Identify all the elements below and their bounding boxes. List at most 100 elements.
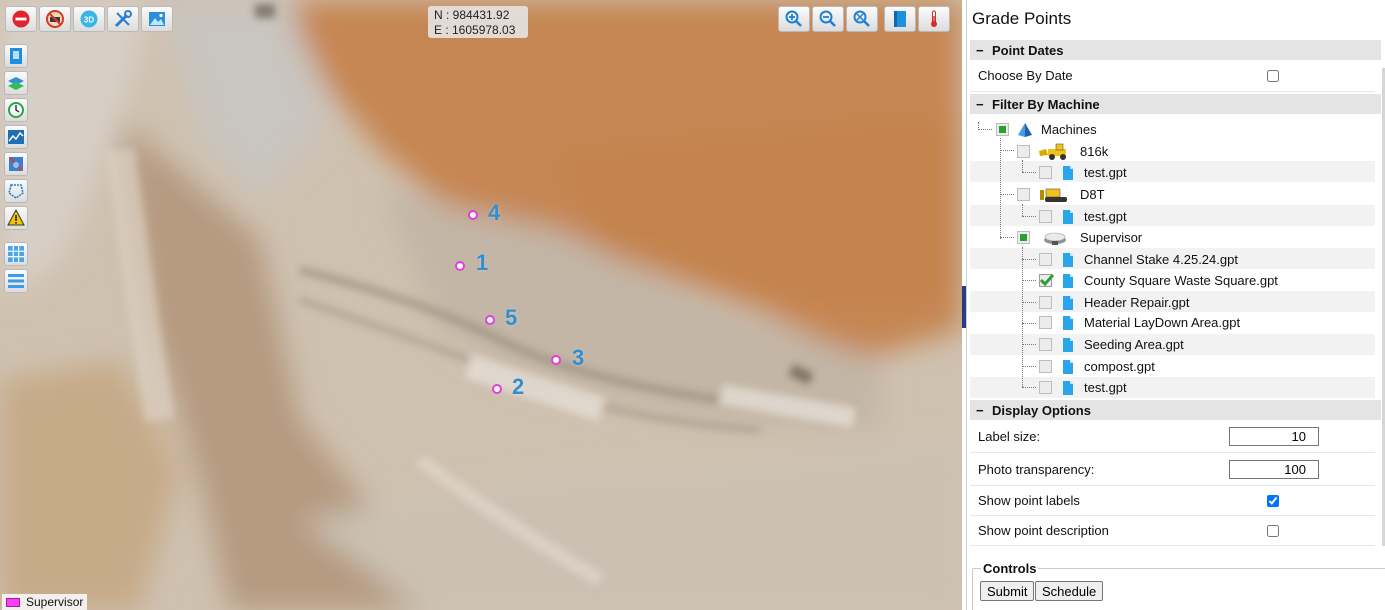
file-icon (1063, 209, 1073, 224)
show-point-description-label: Show point description (978, 523, 1109, 538)
image-button[interactable] (141, 6, 173, 32)
show-point-labels-checkbox[interactable] (1267, 495, 1279, 507)
tree-checkbox[interactable] (1039, 296, 1052, 309)
tree-node-supervisor[interactable]: Supervisor (1017, 227, 1142, 248)
panel-toggle-button[interactable] (4, 44, 28, 68)
map-legend: Supervisor (2, 594, 88, 610)
tree-file-compost[interactable]: compost.gpt (1039, 356, 1155, 377)
show-point-labels-label: Show point labels (978, 493, 1080, 508)
tree-label: D8T (1080, 187, 1105, 202)
machine-off-button[interactable] (39, 6, 71, 32)
photo-transparency-label: Photo transparency: (978, 461, 1095, 477)
map-toolbar-left: 3D (5, 6, 173, 32)
show-point-description-checkbox[interactable] (1267, 525, 1279, 537)
choose-by-date-checkbox[interactable] (1267, 70, 1279, 82)
label-size-label: Label size: (978, 428, 1041, 444)
layers-button[interactable] (4, 71, 28, 95)
tree-checkbox[interactable] (1039, 338, 1052, 351)
file-icon (1063, 252, 1073, 267)
tree-node-machines[interactable]: Machines (996, 119, 1097, 140)
zoom-extent-icon (853, 10, 870, 27)
loader-icon (1039, 143, 1066, 160)
collapse-icon: − (976, 96, 984, 112)
section-filter-by-machine-header[interactable]: − Filter By Machine (970, 94, 1381, 114)
warning-button[interactable] (4, 206, 28, 230)
tree-file-d8t-test[interactable]: test.gpt (1039, 206, 1127, 227)
tree-checkbox[interactable] (1017, 231, 1030, 244)
section-point-dates-header[interactable]: − Point Dates (970, 40, 1381, 60)
tree-label: test.gpt (1084, 380, 1127, 395)
thermometer-button[interactable] (918, 6, 950, 32)
tree-checkbox[interactable] (1017, 188, 1030, 201)
chart-button[interactable] (4, 125, 28, 149)
tree-node-816k[interactable]: 816k (1017, 141, 1108, 162)
tree-file-seeding-area[interactable]: Seeding Area.gpt (1039, 334, 1184, 355)
tree-checkbox[interactable] (1039, 360, 1052, 373)
tree-file-816k-test[interactable]: test.gpt (1039, 162, 1127, 183)
collapse-icon: − (976, 42, 984, 58)
book-button[interactable] (884, 6, 916, 32)
3d-icon: 3D (80, 10, 98, 28)
tree-label: 816k (1080, 144, 1109, 159)
tree-node-d8t[interactable]: D8T (1017, 184, 1105, 205)
stop-button[interactable] (5, 6, 37, 32)
history-clock-icon (8, 102, 24, 118)
controls-legend: Controls (981, 561, 1039, 576)
machine-tool-button[interactable] (4, 152, 28, 176)
submit-button[interactable]: Submit (980, 581, 1035, 601)
image-icon (149, 12, 165, 26)
label-size-input[interactable] (1229, 427, 1319, 446)
map-view[interactable]: 3D N : 984431.92 E : 1605978.03 4 1 5 3 … (0, 0, 962, 610)
file-icon (1063, 165, 1073, 180)
tree-checkbox[interactable] (1039, 253, 1052, 266)
zoom-out-button[interactable] (812, 6, 844, 32)
map-toolbar-right (778, 6, 950, 32)
tools-button[interactable] (107, 6, 139, 32)
section-display-options-header[interactable]: − Display Options (970, 400, 1381, 420)
tools-icon (114, 10, 132, 28)
tree-checkbox[interactable] (1039, 316, 1052, 329)
tree-file-supervisor-test[interactable]: test.gpt (1039, 377, 1127, 398)
tree-label: Channel Stake 4.25.24.gpt (1084, 252, 1238, 267)
list-button[interactable] (4, 269, 28, 293)
section-title: Filter By Machine (992, 96, 1100, 112)
grade-point-marker[interactable] (455, 261, 465, 271)
photo-transparency-input[interactable] (1229, 460, 1319, 479)
pyramid-icon (1018, 122, 1032, 137)
tree-file-material-laydown[interactable]: Material LayDown Area.gpt (1039, 312, 1240, 333)
zoom-out-icon (819, 10, 836, 27)
grid-button[interactable] (4, 242, 28, 266)
coordinate-readout: N : 984431.92 E : 1605978.03 (428, 6, 528, 38)
tree-file-county-square[interactable]: County Square Waste Square.gpt (1039, 270, 1278, 291)
schedule-button[interactable]: Schedule (1035, 581, 1104, 601)
zoom-extent-button[interactable] (846, 6, 878, 32)
tree-checkbox[interactable] (1017, 145, 1030, 158)
tree-file-channel-stake[interactable]: Channel Stake 4.25.24.gpt (1039, 249, 1238, 270)
tree-checkbox[interactable] (1039, 274, 1055, 287)
northing: N : 984431.92 (434, 8, 510, 22)
zoom-in-button[interactable] (778, 6, 810, 32)
legend-swatch (6, 597, 20, 607)
tree-file-header-repair[interactable]: Header Repair.gpt (1039, 292, 1190, 313)
tree-checkbox[interactable] (1039, 381, 1052, 394)
bulldozer-icon (1040, 188, 1067, 202)
checkmark-icon (1039, 274, 1055, 287)
gps-receiver-icon (1044, 232, 1066, 245)
tree-checkbox[interactable] (1039, 166, 1052, 179)
tree-checkbox[interactable] (1039, 210, 1052, 223)
easting: E : 1605978.03 (434, 23, 516, 37)
grade-point-marker[interactable] (551, 355, 561, 365)
grid-icon (8, 246, 24, 262)
tree-checkbox[interactable] (996, 123, 1009, 136)
grade-point-marker[interactable] (468, 210, 478, 220)
tree-label: compost.gpt (1084, 359, 1155, 374)
legend-label: Supervisor (26, 595, 84, 609)
grade-point-label: 3 (572, 345, 585, 370)
zoom-in-icon (785, 10, 802, 27)
grade-point-marker[interactable] (485, 315, 495, 325)
3d-button[interactable]: 3D (73, 6, 105, 32)
history-button[interactable] (4, 98, 28, 122)
grade-point-marker[interactable] (492, 384, 502, 394)
polygon-button[interactable] (4, 179, 28, 203)
chart-icon (8, 130, 24, 144)
